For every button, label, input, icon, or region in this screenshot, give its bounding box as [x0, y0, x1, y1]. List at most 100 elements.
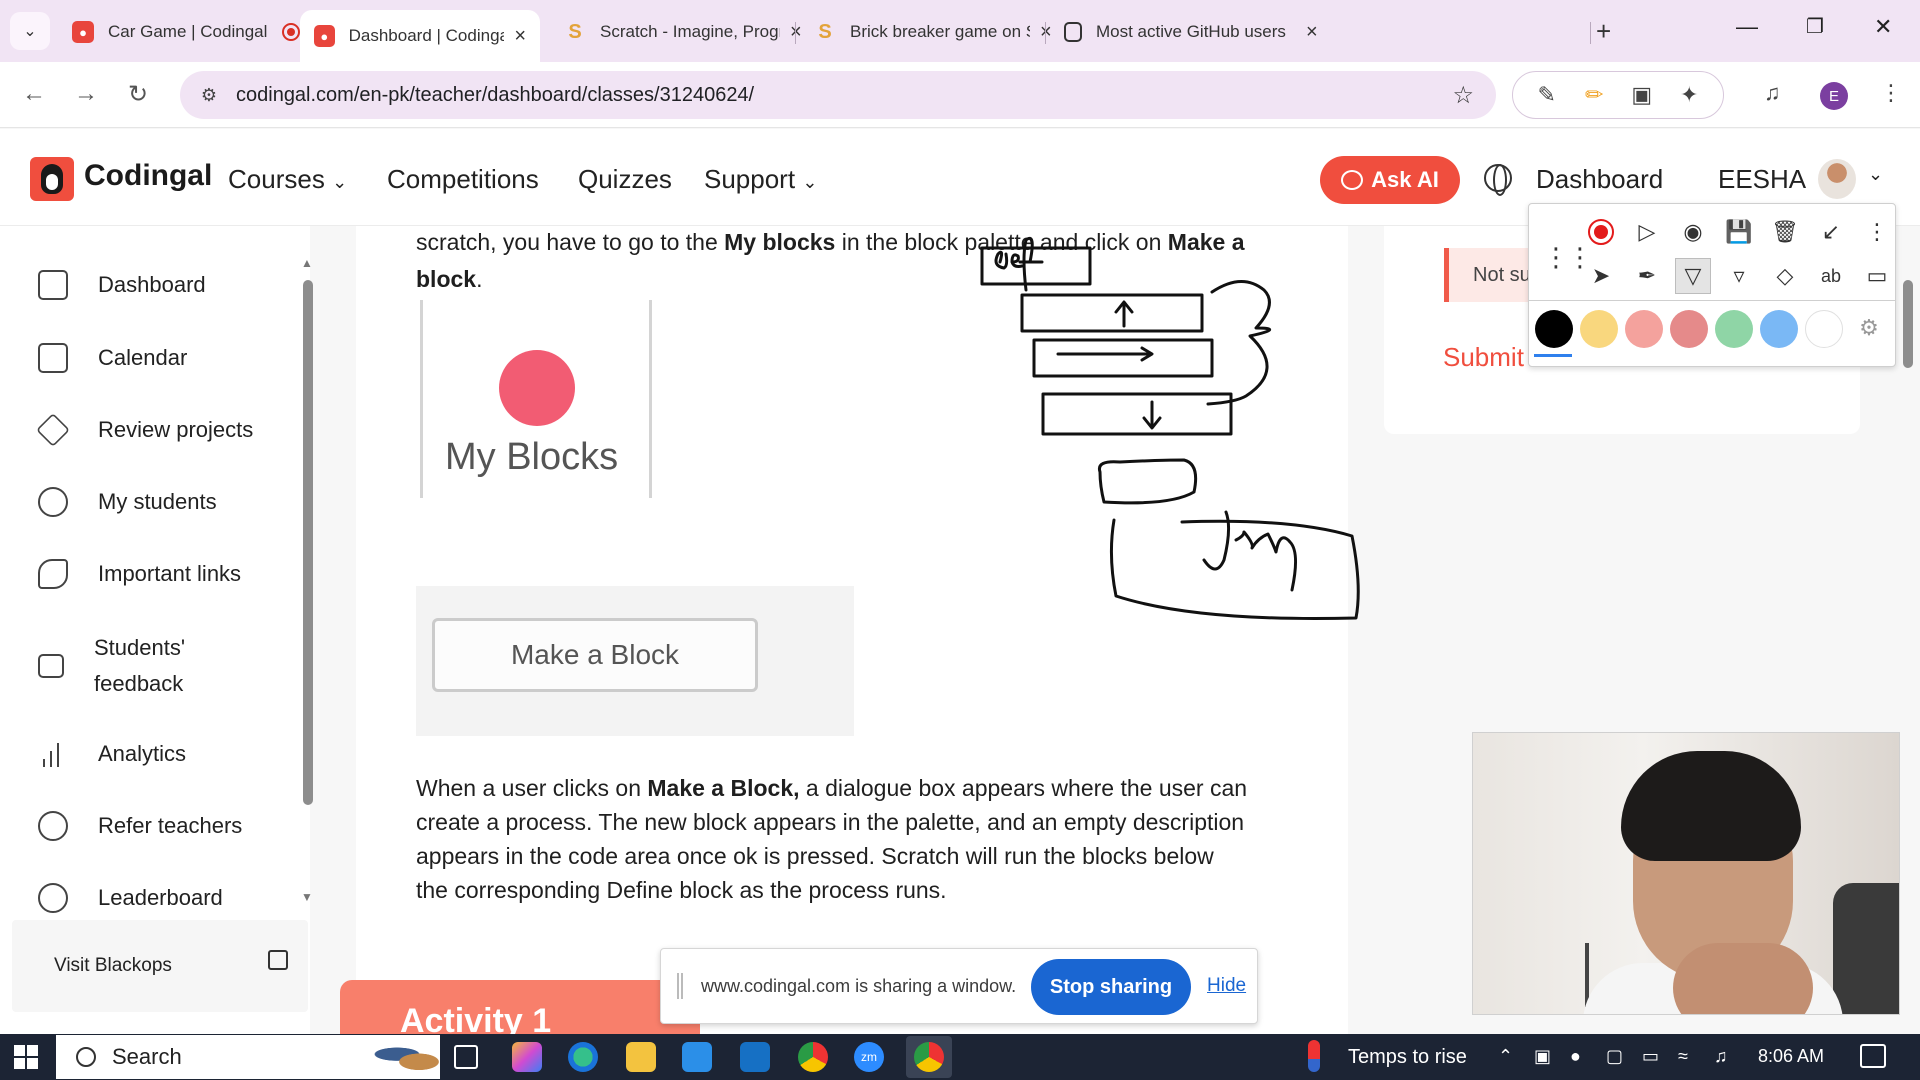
browser-menu-icon[interactable]: ⋮	[1880, 80, 1902, 106]
battery-icon[interactable]: ▭	[1642, 1046, 1659, 1067]
stop-sharing-button[interactable]: Stop sharing	[1031, 959, 1191, 1015]
site-settings-icon[interactable]: ⚙	[198, 84, 220, 106]
pencil-extension-icon[interactable]: ✏	[1579, 82, 1609, 108]
color-swatch-pink[interactable]	[1625, 310, 1663, 348]
eye-icon[interactable]: ◉	[1675, 214, 1711, 250]
more-menu-icon[interactable]: ⋮	[1859, 214, 1895, 250]
tab-search-button[interactable]: ⌄	[10, 12, 50, 50]
tab-github[interactable]: Most active GitHub users ×	[1050, 12, 1332, 52]
record-icon[interactable]	[1583, 214, 1619, 250]
page-scrollbar[interactable]	[1903, 280, 1913, 368]
nav-quizzes[interactable]: Quizzes	[578, 164, 672, 195]
notification-icon[interactable]	[1860, 1044, 1886, 1068]
scroll-up-arrow-icon[interactable]: ▲	[301, 256, 313, 270]
new-tab-button[interactable]: +	[1596, 16, 1611, 47]
microsoft-store-icon[interactable]	[682, 1042, 712, 1072]
nav-competitions[interactable]: Competitions	[387, 164, 539, 195]
outlook-icon[interactable]	[740, 1042, 770, 1072]
trash-icon[interactable]: 🗑	[1767, 214, 1803, 250]
pointer-icon[interactable]: ➤	[1583, 258, 1619, 294]
sidebar-item-analytics[interactable]: Analytics	[38, 739, 186, 769]
media-control-icon[interactable]: ♫	[1764, 80, 1781, 106]
microphone-icon[interactable]: ●	[1570, 1046, 1581, 1067]
tab-car-game[interactable]: ● Car Game | Codingal ×	[58, 12, 336, 52]
wifi-icon[interactable]: ≈	[1678, 1046, 1688, 1067]
restore-icon[interactable]: ❐	[1806, 14, 1824, 39]
nav-courses[interactable]: Courses ⌄	[228, 164, 347, 195]
windows-start-icon[interactable]	[14, 1045, 38, 1069]
display-icon[interactable]: ▢	[1606, 1046, 1623, 1067]
weather-text[interactable]: Temps to rise	[1348, 1046, 1467, 1069]
logo-text[interactable]: Codingal	[84, 159, 212, 193]
chrome-icon[interactable]	[914, 1042, 944, 1072]
scroll-down-arrow-icon[interactable]: ▼	[301, 890, 313, 904]
nav-support[interactable]: Support ⌄	[704, 164, 817, 195]
highlighter-icon[interactable]: ▽	[1675, 258, 1711, 294]
nav-dashboard[interactable]: Dashboard	[1536, 164, 1663, 195]
reload-icon[interactable]: ↻	[128, 80, 148, 109]
copilot-icon[interactable]	[512, 1042, 542, 1072]
close-tab-icon[interactable]: ×	[514, 25, 526, 48]
sidebar-item-dashboard[interactable]: Dashboard	[38, 270, 206, 300]
file-explorer-icon[interactable]	[626, 1042, 656, 1072]
eraser-icon[interactable]: ◇	[1767, 258, 1803, 294]
taskbar-search[interactable]: Search	[56, 1035, 474, 1079]
hide-share-bar-link[interactable]: Hide	[1207, 975, 1246, 997]
profile-avatar[interactable]: E	[1820, 82, 1848, 110]
sidebar-item-calendar[interactable]: Calendar	[38, 343, 187, 373]
tray-chevron-icon[interactable]: ⌃	[1498, 1046, 1513, 1067]
zoom-icon[interactable]: zm	[854, 1042, 884, 1072]
sidebar-item-students-feedback[interactable]: Students' feedback	[38, 630, 214, 702]
screen-play-icon[interactable]: ▷	[1629, 214, 1665, 250]
tab-dashboard[interactable]: ● Dashboard | Codingal ×	[300, 10, 540, 62]
color-swatch-blue[interactable]	[1760, 310, 1798, 348]
text-tool-icon[interactable]: ab	[1813, 258, 1849, 294]
color-swatch-black[interactable]	[1535, 310, 1573, 348]
sidebar-item-review-projects[interactable]: Review projects	[36, 413, 253, 447]
user-name[interactable]: EESHA	[1718, 164, 1806, 195]
camera-icon[interactable]: ▣	[1534, 1046, 1551, 1067]
minimize-icon[interactable]: —	[1736, 14, 1758, 40]
sidebar-item-refer-teachers[interactable]: Refer teachers	[38, 811, 242, 841]
feedback-icon	[38, 654, 64, 678]
tab-brick-breaker[interactable]: S Brick breaker game on Sc ×	[800, 12, 1066, 52]
bookmark-star-icon[interactable]: ☆	[1452, 81, 1474, 110]
close-tab-icon[interactable]: ×	[1306, 21, 1318, 44]
collapse-icon[interactable]: ↙	[1813, 214, 1849, 250]
chevron-down-icon[interactable]: ⌄	[1868, 164, 1883, 185]
rectangle-tool-icon[interactable]: ▭	[1859, 258, 1895, 294]
laser-pen-icon[interactable]: ✒	[1629, 258, 1665, 294]
submit-link[interactable]: Submit	[1443, 342, 1524, 373]
sidebar-scrollbar[interactable]	[303, 280, 313, 805]
address-bar[interactable]: ⚙ codingal.com/en-pk/teacher/dashboard/c…	[180, 71, 1496, 119]
sidebar-item-important-links[interactable]: Important links	[38, 559, 241, 589]
task-view-icon[interactable]	[454, 1045, 478, 1069]
tab-scratch[interactable]: S Scratch - Imagine, Progra ×	[550, 12, 816, 52]
color-swatch-white[interactable]	[1805, 310, 1843, 348]
forward-arrow-icon[interactable]: →	[74, 80, 98, 108]
drag-handle-icon[interactable]	[677, 973, 683, 999]
save-icon[interactable]: 💾	[1721, 214, 1757, 250]
codingal-logo-icon[interactable]	[30, 157, 74, 201]
annotate-extension-icon[interactable]: ✎	[1532, 82, 1562, 108]
visit-blackops-link[interactable]: Visit Blackops	[12, 920, 308, 1012]
color-swatch-rose[interactable]	[1670, 310, 1708, 348]
user-avatar[interactable]	[1818, 159, 1856, 199]
puzzle-extensions-icon[interactable]: ✦	[1674, 82, 1704, 108]
globe-icon[interactable]	[1484, 164, 1512, 196]
back-arrow-icon[interactable]: ←	[22, 80, 46, 108]
color-swatch-yellow[interactable]	[1580, 310, 1618, 348]
sidebar-item-leaderboard[interactable]: Leaderboard	[38, 883, 223, 913]
clock[interactable]: 8:06 AM	[1758, 1046, 1824, 1067]
color-swatch-green[interactable]	[1715, 310, 1753, 348]
volume-icon[interactable]: ♫	[1714, 1046, 1728, 1067]
url-text[interactable]: codingal.com/en-pk/teacher/dashboard/cla…	[236, 84, 754, 107]
page-extension-icon[interactable]: ▣	[1627, 82, 1657, 108]
marker-icon[interactable]: ▿	[1721, 258, 1757, 294]
ask-ai-button[interactable]: Ask AI	[1320, 156, 1460, 204]
settings-gear-icon[interactable]: ⚙	[1851, 310, 1887, 346]
close-window-icon[interactable]: ✕	[1874, 14, 1892, 40]
edge-icon[interactable]	[568, 1042, 598, 1072]
sidebar-item-my-students[interactable]: My students	[38, 487, 217, 517]
chrome-icon[interactable]	[798, 1042, 828, 1072]
